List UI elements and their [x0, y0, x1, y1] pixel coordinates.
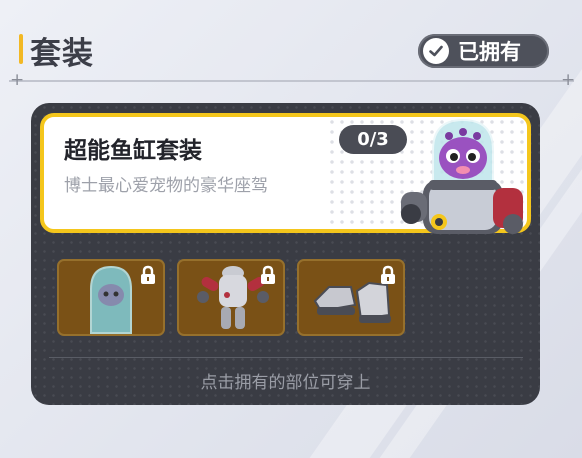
set-name: 超能鱼缸套装	[64, 138, 202, 164]
fish-tank-mascot-icon	[401, 118, 523, 234]
part-slot-shoes[interactable]	[297, 259, 405, 336]
page-title: 套装	[30, 36, 94, 72]
hint-text: 点击拥有的部位可穿上	[200, 373, 371, 393]
hint-divider	[49, 357, 523, 358]
lock-icon	[261, 265, 275, 284]
header-divider	[9, 80, 574, 82]
part-slot-suit[interactable]	[177, 259, 285, 336]
plus-decoration-icon: +	[10, 70, 25, 90]
lock-icon	[141, 265, 155, 284]
part-slot-helmet[interactable]	[57, 259, 165, 336]
owned-button-label: 已拥有	[458, 40, 521, 64]
owned-filter-button[interactable]: 已拥有	[418, 34, 549, 68]
check-icon	[423, 38, 449, 64]
set-description: 博士最心爱宠物的豪华座驾	[64, 176, 268, 196]
title-accent-bar	[19, 34, 23, 64]
lock-icon	[381, 265, 395, 284]
plus-decoration-icon: +	[561, 70, 576, 90]
